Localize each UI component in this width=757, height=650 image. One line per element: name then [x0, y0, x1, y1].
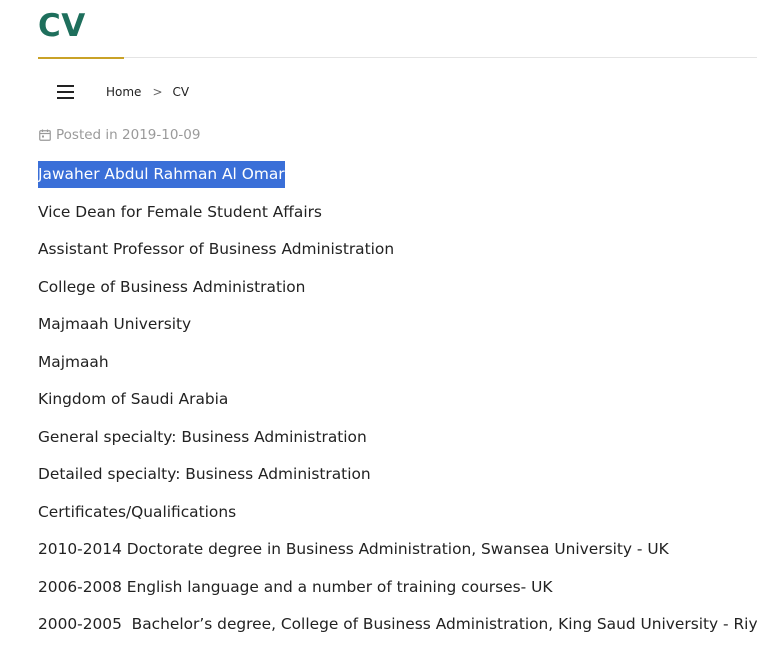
cv-position: Vice Dean for Female Student Affairs — [38, 202, 322, 221]
cv-content: Jawaher Abdul Rahman Al Omar Vice Dean f… — [38, 156, 757, 644]
hamburger-icon[interactable] — [38, 80, 92, 104]
cv-qualification-bachelor: 2000-2005 Bachelor’s degree, College of … — [38, 615, 757, 633]
cv-college: College of Business Administration — [38, 277, 306, 296]
posted-date: Posted in 2019-10-09 — [39, 127, 200, 143]
selected-text[interactable]: Jawaher Abdul Rahman Al Omar — [38, 161, 285, 188]
nav-row: Home > CV — [38, 80, 189, 104]
cv-rank: Assistant Professor of Business Administ… — [38, 240, 395, 258]
breadcrumb-current: CV — [172, 85, 190, 99]
title-accent-bar — [38, 57, 124, 59]
cv-country: Kingdom of Saudi Arabia — [38, 390, 229, 408]
breadcrumb: Home > CV — [106, 85, 189, 99]
chevron-right-icon: > — [152, 85, 163, 99]
cv-detailed-specialty: Detailed specialty: Business Administrat… — [38, 465, 371, 483]
title-divider — [38, 57, 757, 58]
cv-general-specialty: General specialty: Business Administrati… — [38, 427, 367, 446]
cv-city: Majmaah — [38, 352, 109, 371]
cv-university: Majmaah University — [38, 315, 192, 333]
cv-qualification-doctorate: 2010-2014 Doctorate degree in Business A… — [38, 540, 669, 558]
posted-label: Posted in 2019-10-09 — [56, 127, 201, 143]
calendar-icon — [39, 129, 51, 141]
cv-name: Jawaher Abdul Rahman Al Omar — [38, 156, 753, 194]
cv-qualification-english: 2006-2008 English language and a number … — [38, 577, 553, 596]
breadcrumb-home-link[interactable]: Home — [106, 85, 141, 99]
cv-certificates-heading: Certificates/Qualifications — [38, 502, 237, 521]
page-title: CV — [38, 8, 86, 44]
